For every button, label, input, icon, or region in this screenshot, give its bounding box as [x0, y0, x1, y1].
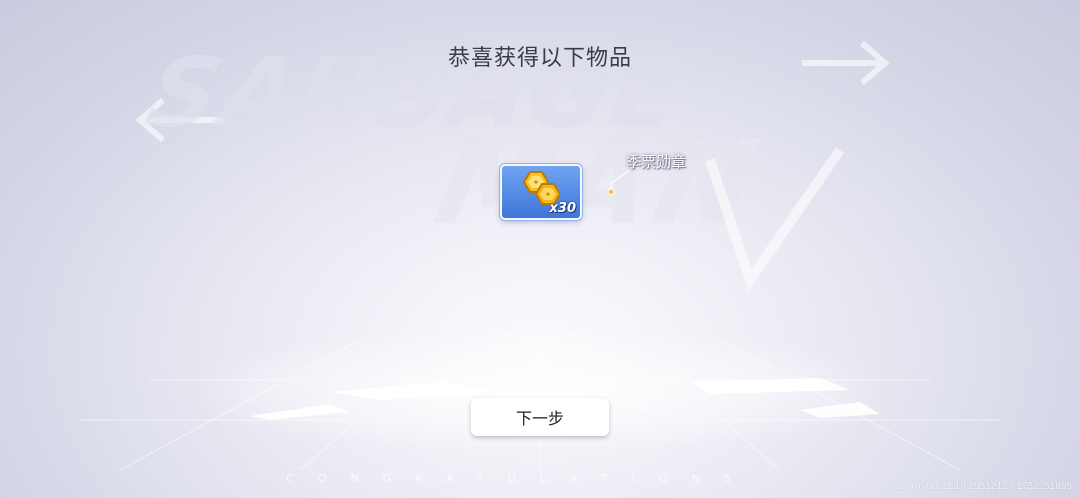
- next-step-button[interactable]: 下一步: [471, 398, 609, 436]
- svg-text:✦: ✦: [545, 190, 552, 199]
- logo-watermark-bottom: MAN: [425, 115, 775, 250]
- lightning-decoration: [705, 147, 845, 292]
- congratulations-banner: CONGRATULATIONS: [286, 472, 755, 485]
- reward-title: 恭喜获得以下物品: [447, 46, 632, 71]
- reward-item-slot[interactable]: ✦ ✦ x30: [500, 164, 582, 220]
- left-arrow-decoration: [135, 97, 223, 143]
- floor-grid: [80, 339, 1000, 470]
- reward-count: x30: [549, 201, 576, 216]
- build-watermark: 1-hw6i5u-21.18.2951212-t.1752251895: [896, 481, 1072, 492]
- reward-name: 季票勋章: [626, 153, 687, 171]
- svg-text:✦: ✦: [533, 178, 540, 187]
